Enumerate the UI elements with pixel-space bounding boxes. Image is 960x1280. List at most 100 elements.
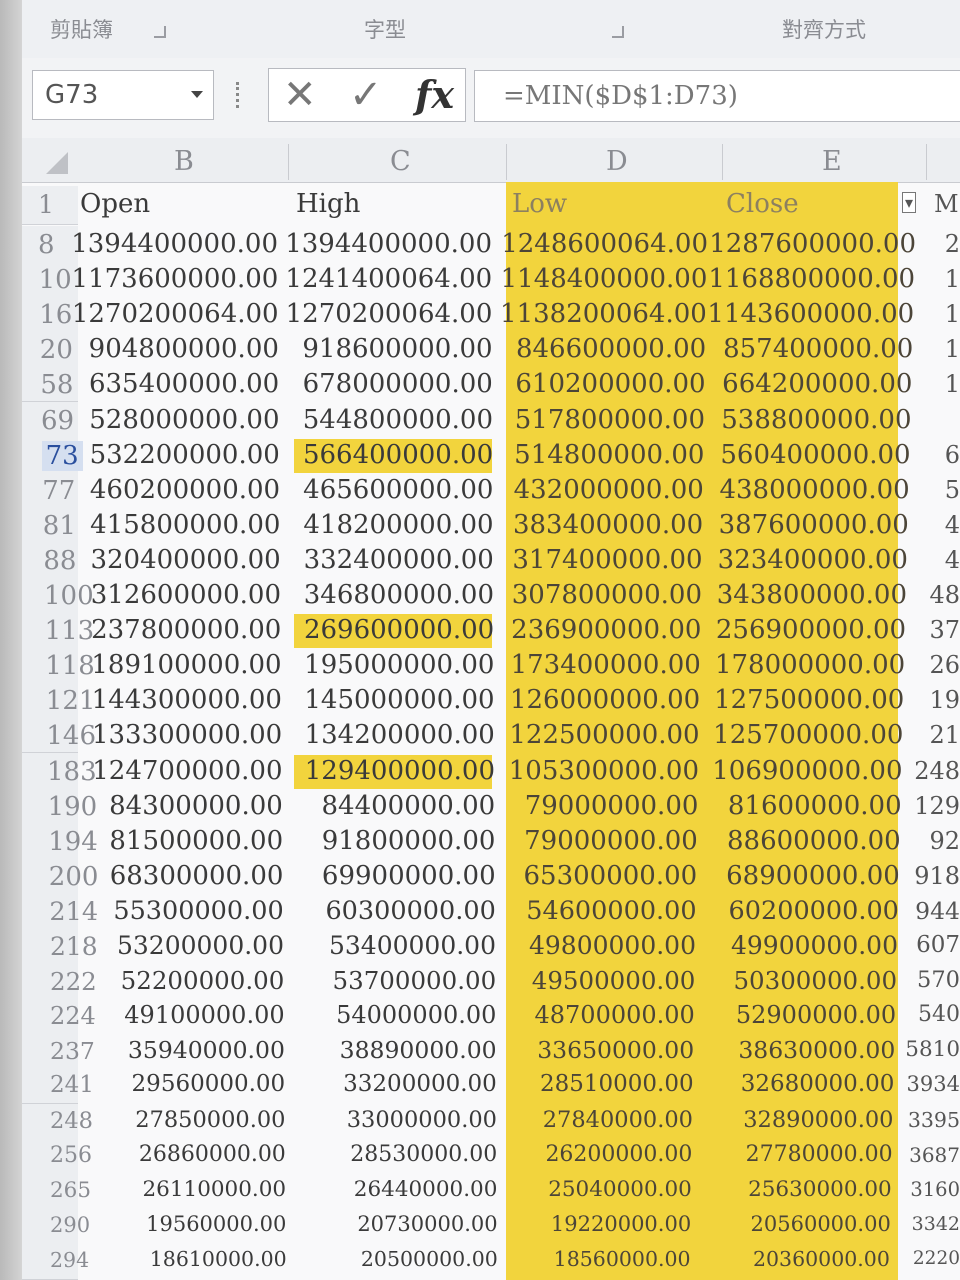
cell-close[interactable]: 323400000.00 [718,545,908,575]
ribbon-group-font[interactable]: 字型 [364,14,406,44]
row-number[interactable]: 58 [40,370,73,400]
cell-open[interactable]: 29560000.00 [132,1071,286,1097]
cell-high[interactable]: 1270200064.00 [286,299,493,329]
cell-open[interactable]: 133300000.00 [92,720,282,750]
cell-high[interactable]: 26440000.00 [354,1177,498,1202]
row-number[interactable]: 77 [42,476,75,506]
cell-low[interactable]: 26200000.00 [545,1142,692,1167]
column-header-b[interactable]: B [174,146,194,177]
ribbon-group-alignment[interactable]: 對齊方式 [782,14,866,44]
cell-header-m[interactable]: M [934,190,959,218]
cell-low[interactable]: 846600000.00 [516,334,706,364]
cell-high[interactable]: 566400000.00 [303,440,493,470]
row-number[interactable]: 73 [41,440,83,471]
row-number[interactable]: 121 [46,686,96,716]
table-row[interactable]: 190 84300000.00 84400000.00 79000000.00 8160… [22,787,960,824]
cell-low[interactable]: 79000000.00 [525,791,699,821]
cell-low[interactable]: 65300000.00 [524,861,698,891]
cell-next-column[interactable]: 3160 [910,1178,960,1201]
cell-low[interactable]: 236900000.00 [511,615,701,645]
table-row[interactable]: 113 237800000.00 269600000.00 236900000.00 2… [22,612,960,649]
cell-header-high[interactable]: High [296,189,360,219]
cell-close[interactable]: 38630000.00 [738,1036,895,1064]
table-row[interactable]: 200 68300000.00 69900000.00 65300000.00 6890… [22,857,960,894]
cell-close[interactable]: 1143600000.00 [707,299,914,329]
cell-close[interactable]: 125700000.00 [713,720,903,750]
cell-low[interactable]: 25040000.00 [548,1177,692,1202]
cancel-icon[interactable]: ✕ [283,71,317,119]
cell-next-column[interactable]: 1 [945,335,960,363]
cell-low[interactable]: 27840000.00 [543,1107,693,1133]
cell-low[interactable]: 105300000.00 [509,756,699,786]
cell-next-column[interactable]: 19 [929,686,960,714]
row-number[interactable]: 183 [47,757,97,787]
cell-low[interactable]: 1248600064.00 [501,229,708,259]
cell-low[interactable]: 432000000.00 [514,475,704,505]
row-number[interactable]: 248 [50,1108,93,1134]
cell-next-column[interactable]: 92 [929,827,960,855]
cell-open[interactable]: 124700000.00 [92,756,282,786]
cell-high[interactable]: 195000000.00 [304,650,494,680]
row-number[interactable]: 190 [48,792,98,822]
row-number[interactable]: 88 [43,546,76,576]
ribbon-group-clipboard[interactable]: 剪貼簿 [50,14,113,44]
cell-header-low[interactable]: Low [512,189,567,219]
cell-high[interactable]: 134200000.00 [305,720,495,750]
table-row[interactable]: 81 415800000.00 418200000.00 383400000.00 38… [22,506,960,543]
cell-open[interactable]: 904800000.00 [89,334,279,364]
row-number[interactable]: 118 [45,651,95,681]
formula-bar-grip-icon[interactable] [236,82,243,108]
cell-next-column[interactable]: 3395 [908,1108,960,1132]
cell-high[interactable]: 54000000.00 [336,1001,496,1029]
cell-open[interactable]: 415800000.00 [90,510,280,540]
column-header-e[interactable]: E [822,146,842,177]
row-number[interactable]: 222 [50,967,97,996]
table-row[interactable]: 294 18610000.00 20500000.00 18560000.00 2036… [22,1243,960,1280]
cell-close[interactable]: 88600000.00 [727,826,901,856]
cell-high[interactable]: 465600000.00 [303,475,493,505]
row-number[interactable]: 237 [50,1037,95,1065]
cell-low[interactable]: 33650000.00 [537,1036,694,1064]
cell-next-column[interactable]: 3687 [909,1143,960,1167]
cell-open[interactable]: 52200000.00 [121,966,285,995]
header-row[interactable]: 1 Open High Low Close ▾ M [22,186,960,225]
cell-low[interactable]: 79000000.00 [524,826,698,856]
cell-low[interactable]: 49500000.00 [532,966,696,995]
table-row[interactable]: 69 528000000.00 544800000.00 517800000.00 53… [22,401,960,438]
chevron-down-icon[interactable] [191,91,203,98]
row-number[interactable]: 290 [50,1213,90,1237]
cell-open[interactable]: 528000000.00 [89,405,279,435]
cell-next-column[interactable]: 26 [929,651,960,679]
cell-close[interactable]: 60200000.00 [729,896,899,926]
cell-high[interactable]: 269600000.00 [304,615,494,645]
cell-close[interactable]: 27780000.00 [746,1142,893,1167]
cell-high[interactable]: 418200000.00 [303,510,493,540]
cell-header-close[interactable]: Close [726,189,799,219]
worksheet-grid[interactable]: B C D E 1 Open High Low Close ▾ M 8 13944… [22,138,960,1280]
cell-next-column[interactable]: 4 [945,546,960,574]
cell-open[interactable]: 189100000.00 [91,650,281,680]
cell-low[interactable]: 18560000.00 [554,1247,691,1271]
cell-next-column[interactable]: 5810 [905,1037,960,1062]
cell-low[interactable]: 122500000.00 [509,720,699,750]
cell-close[interactable]: 538800000.00 [721,405,911,435]
cell-next-column[interactable]: 1 [945,265,960,293]
clipboard-launcher-icon[interactable] [154,26,166,38]
cell-close[interactable]: 49900000.00 [731,931,898,960]
table-row[interactable]: 121 144300000.00 145000000.00 126000000.00 1… [22,682,960,719]
cell-close[interactable]: 25630000.00 [748,1177,892,1202]
cell-close[interactable]: 256900000.00 [716,615,906,645]
cell-low[interactable]: 48700000.00 [534,1001,694,1029]
cell-header-open[interactable]: Open [80,189,150,219]
cell-open[interactable]: 460200000.00 [90,475,280,505]
table-row[interactable]: 248 27850000.00 33000000.00 27840000.00 3289… [22,1103,960,1140]
cell-high[interactable]: 145000000.00 [304,685,494,715]
cell-low[interactable]: 514800000.00 [514,440,704,470]
cell-open[interactable]: 1173600000.00 [72,264,279,294]
cell-close[interactable]: 68900000.00 [726,861,900,891]
cell-high[interactable]: 1241400064.00 [285,264,492,294]
cell-next-column[interactable]: 944 [915,897,960,925]
table-row[interactable]: 8 1394400000.00 1394400000.00 1248600064.00… [22,226,960,263]
cell-high[interactable]: 38890000.00 [340,1036,497,1064]
cell-next-column[interactable]: 48 [929,581,960,609]
